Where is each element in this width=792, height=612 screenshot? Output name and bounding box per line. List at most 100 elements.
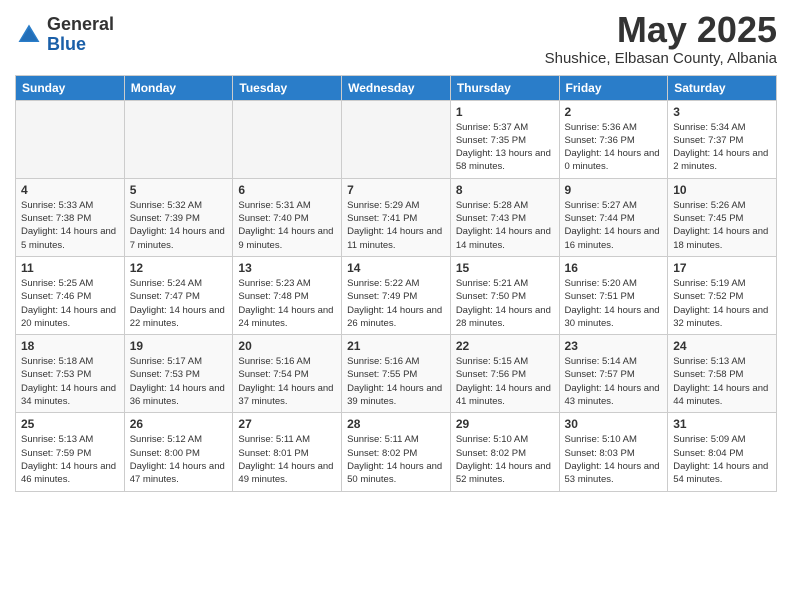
logo: General Blue — [15, 15, 114, 55]
day-info: Sunrise: 5:11 AMSunset: 8:02 PMDaylight:… — [347, 433, 445, 486]
day-number: 10 — [673, 183, 771, 197]
column-header-saturday: Saturday — [668, 75, 777, 100]
day-info: Sunrise: 5:37 AMSunset: 7:35 PMDaylight:… — [456, 121, 554, 174]
day-info: Sunrise: 5:13 AMSunset: 7:58 PMDaylight:… — [673, 355, 771, 408]
day-info: Sunrise: 5:12 AMSunset: 8:00 PMDaylight:… — [130, 433, 228, 486]
day-info: Sunrise: 5:17 AMSunset: 7:53 PMDaylight:… — [130, 355, 228, 408]
calendar-cell: 27 Sunrise: 5:11 AMSunset: 8:01 PMDayligh… — [233, 413, 342, 491]
day-number: 2 — [565, 105, 663, 119]
day-number: 12 — [130, 261, 228, 275]
day-number: 27 — [238, 417, 336, 431]
calendar-cell: 16Sunrise: 5:20 AMSunset: 7:51 PMDayligh… — [559, 256, 668, 334]
logo-blue-text: Blue — [47, 34, 86, 54]
day-number: 4 — [21, 183, 119, 197]
day-number: 16 — [565, 261, 663, 275]
day-info: Sunrise: 5:15 AMSunset: 7:56 PMDaylight:… — [456, 355, 554, 408]
day-number: 5 — [130, 183, 228, 197]
month-title: May 2025 — [545, 10, 777, 50]
calendar-cell — [342, 100, 451, 178]
calendar-cell: 9 Sunrise: 5:27 AMSunset: 7:44 PMDaylight… — [559, 178, 668, 256]
day-number: 7 — [347, 183, 445, 197]
calendar-header-row: SundayMondayTuesdayWednesdayThursdayFrid… — [16, 75, 777, 100]
calendar-cell: 31 Sunrise: 5:09 AMSunset: 8:04 PMDayligh… — [668, 413, 777, 491]
day-number: 9 — [565, 183, 663, 197]
day-number: 20 — [238, 339, 336, 353]
calendar-page: General Blue May 2025 Shushice, Elbasan … — [0, 0, 792, 507]
calendar-cell: 18 Sunrise: 5:18 AMSunset: 7:53 PMDayligh… — [16, 335, 125, 413]
day-info: Sunrise: 5:25 AMSunset: 7:46 PMDaylight:… — [21, 277, 119, 330]
day-number: 1 — [456, 105, 554, 119]
calendar-cell: 24 Sunrise: 5:13 AMSunset: 7:58 PMDayligh… — [668, 335, 777, 413]
day-number: 25 — [21, 417, 119, 431]
column-header-friday: Friday — [559, 75, 668, 100]
calendar-cell: 26 Sunrise: 5:12 AMSunset: 8:00 PMDayligh… — [124, 413, 233, 491]
logo-general-text: General — [47, 14, 114, 34]
calendar-cell: 2 Sunrise: 5:36 AMSunset: 7:36 PMDaylight… — [559, 100, 668, 178]
calendar-cell: 4 Sunrise: 5:33 AMSunset: 7:38 PMDaylight… — [16, 178, 125, 256]
day-number: 18 — [21, 339, 119, 353]
day-info: Sunrise: 5:24 AMSunset: 7:47 PMDaylight:… — [130, 277, 228, 330]
day-number: 3 — [673, 105, 771, 119]
day-number: 24 — [673, 339, 771, 353]
day-info: Sunrise: 5:28 AMSunset: 7:43 PMDaylight:… — [456, 199, 554, 252]
day-number: 21 — [347, 339, 445, 353]
day-info: Sunrise: 5:23 AMSunset: 7:48 PMDaylight:… — [238, 277, 336, 330]
calendar-week-2: 4 Sunrise: 5:33 AMSunset: 7:38 PMDaylight… — [16, 178, 777, 256]
logo-icon — [15, 21, 43, 49]
day-info: Sunrise: 5:10 AMSunset: 8:02 PMDaylight:… — [456, 433, 554, 486]
day-number: 15 — [456, 261, 554, 275]
day-info: Sunrise: 5:18 AMSunset: 7:53 PMDaylight:… — [21, 355, 119, 408]
day-number: 11 — [21, 261, 119, 275]
day-number: 28 — [347, 417, 445, 431]
day-number: 26 — [130, 417, 228, 431]
day-number: 29 — [456, 417, 554, 431]
column-header-tuesday: Tuesday — [233, 75, 342, 100]
day-info: Sunrise: 5:21 AMSunset: 7:50 PMDaylight:… — [456, 277, 554, 330]
day-number: 13 — [238, 261, 336, 275]
day-info: Sunrise: 5:10 AMSunset: 8:03 PMDaylight:… — [565, 433, 663, 486]
day-info: Sunrise: 5:29 AMSunset: 7:41 PMDaylight:… — [347, 199, 445, 252]
day-number: 31 — [673, 417, 771, 431]
calendar-cell: 15 Sunrise: 5:21 AMSunset: 7:50 PMDayligh… — [450, 256, 559, 334]
day-info: Sunrise: 5:27 AMSunset: 7:44 PMDaylight:… — [565, 199, 663, 252]
calendar-cell: 5 Sunrise: 5:32 AMSunset: 7:39 PMDaylight… — [124, 178, 233, 256]
calendar-table: SundayMondayTuesdayWednesdayThursdayFrid… — [15, 75, 777, 492]
calendar-cell: 25Sunrise: 5:13 AMSunset: 7:59 PMDayligh… — [16, 413, 125, 491]
calendar-cell — [16, 100, 125, 178]
day-info: Sunrise: 5:36 AMSunset: 7:36 PMDaylight:… — [565, 121, 663, 174]
day-info: Sunrise: 5:31 AMSunset: 7:40 PMDaylight:… — [238, 199, 336, 252]
calendar-cell: 23 Sunrise: 5:14 AMSunset: 7:57 PMDayligh… — [559, 335, 668, 413]
column-header-monday: Monday — [124, 75, 233, 100]
day-number: 8 — [456, 183, 554, 197]
calendar-cell: 6Sunrise: 5:31 AMSunset: 7:40 PMDaylight… — [233, 178, 342, 256]
day-number: 17 — [673, 261, 771, 275]
calendar-cell: 11 Sunrise: 5:25 AMSunset: 7:46 PMDayligh… — [16, 256, 125, 334]
day-info: Sunrise: 5:09 AMSunset: 8:04 PMDaylight:… — [673, 433, 771, 486]
calendar-cell: 30 Sunrise: 5:10 AMSunset: 8:03 PMDayligh… — [559, 413, 668, 491]
calendar-cell: 28 Sunrise: 5:11 AMSunset: 8:02 PMDayligh… — [342, 413, 451, 491]
day-info: Sunrise: 5:32 AMSunset: 7:39 PMDaylight:… — [130, 199, 228, 252]
day-info: Sunrise: 5:34 AMSunset: 7:37 PMDaylight:… — [673, 121, 771, 174]
day-info: Sunrise: 5:22 AMSunset: 7:49 PMDaylight:… — [347, 277, 445, 330]
calendar-cell: 29 Sunrise: 5:10 AMSunset: 8:02 PMDayligh… — [450, 413, 559, 491]
header: General Blue May 2025 Shushice, Elbasan … — [15, 10, 777, 67]
calendar-week-4: 18 Sunrise: 5:18 AMSunset: 7:53 PMDayligh… — [16, 335, 777, 413]
calendar-cell: 20 Sunrise: 5:16 AMSunset: 7:54 PMDayligh… — [233, 335, 342, 413]
day-number: 19 — [130, 339, 228, 353]
day-info: Sunrise: 5:11 AMSunset: 8:01 PMDaylight:… — [238, 433, 336, 486]
day-info: Sunrise: 5:16 AMSunset: 7:54 PMDaylight:… — [238, 355, 336, 408]
location: Shushice, Elbasan County, Albania — [545, 50, 777, 67]
column-header-wednesday: Wednesday — [342, 75, 451, 100]
calendar-week-1: 1 Sunrise: 5:37 AMSunset: 7:35 PMDaylight… — [16, 100, 777, 178]
calendar-cell — [233, 100, 342, 178]
day-number: 14 — [347, 261, 445, 275]
day-info: Sunrise: 5:33 AMSunset: 7:38 PMDaylight:… — [21, 199, 119, 252]
calendar-cell: 21Sunrise: 5:16 AMSunset: 7:55 PMDayligh… — [342, 335, 451, 413]
day-number: 22 — [456, 339, 554, 353]
day-info: Sunrise: 5:14 AMSunset: 7:57 PMDaylight:… — [565, 355, 663, 408]
day-number: 23 — [565, 339, 663, 353]
day-number: 30 — [565, 417, 663, 431]
title-block: May 2025 Shushice, Elbasan County, Alban… — [545, 10, 777, 67]
day-info: Sunrise: 5:19 AMSunset: 7:52 PMDaylight:… — [673, 277, 771, 330]
day-info: Sunrise: 5:26 AMSunset: 7:45 PMDaylight:… — [673, 199, 771, 252]
